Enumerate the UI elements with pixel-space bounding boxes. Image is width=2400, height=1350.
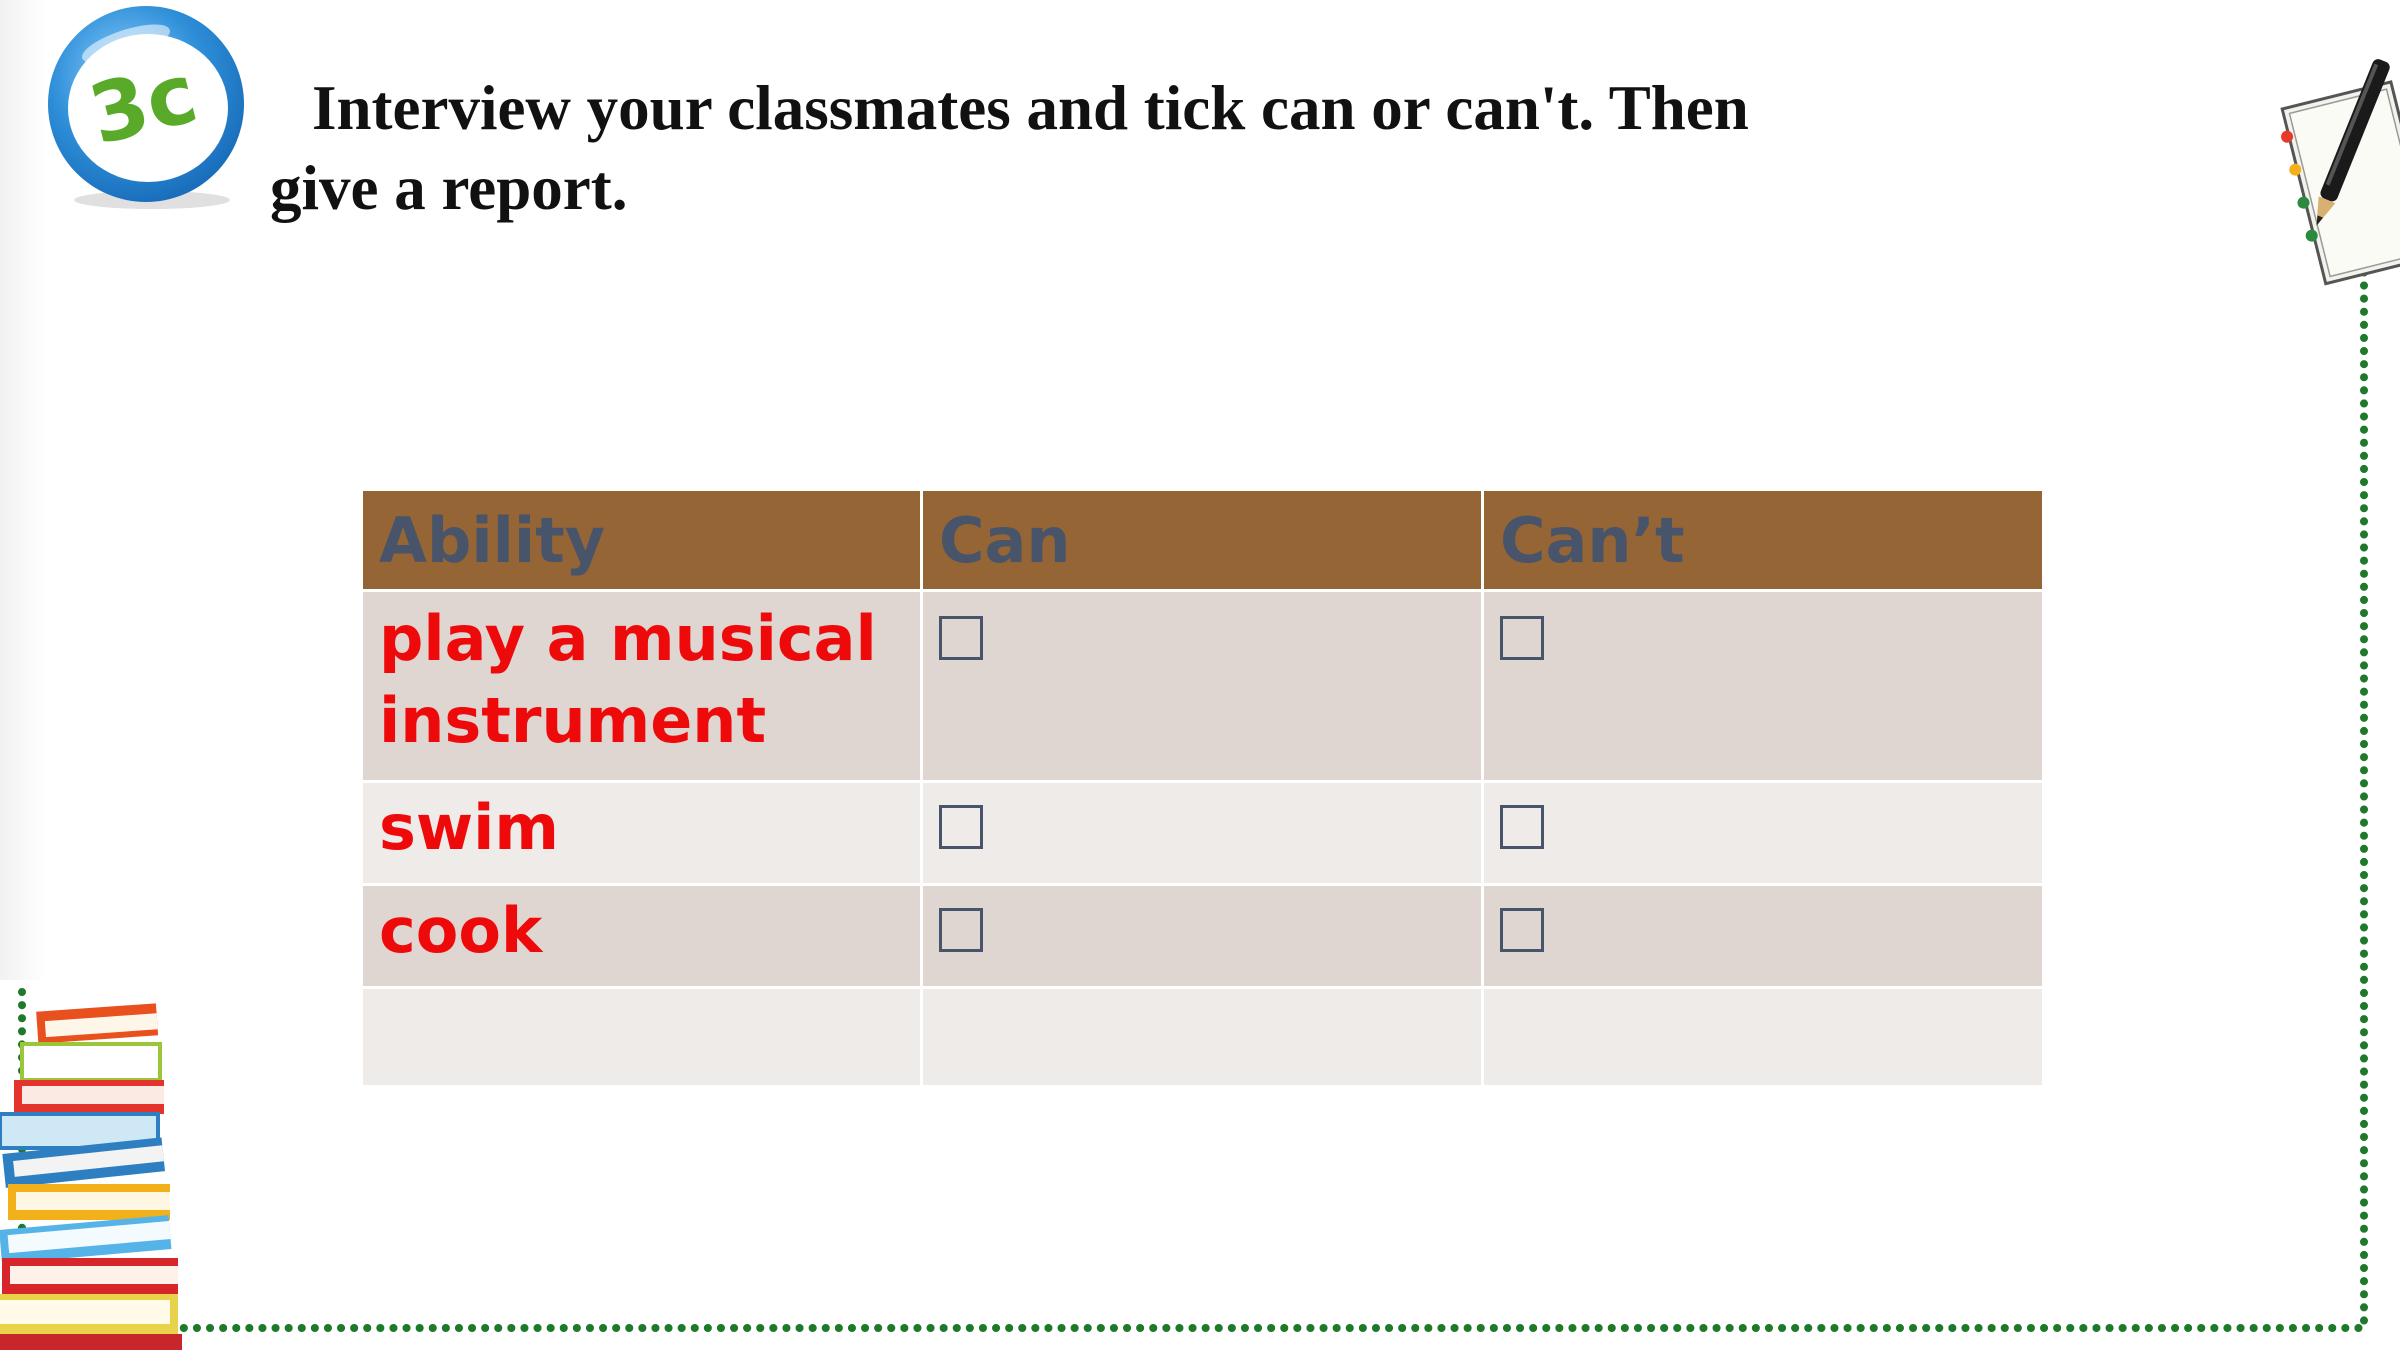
ability-cell: cook xyxy=(360,883,923,989)
notebook-with-pen-icon xyxy=(2280,59,2400,286)
ability-text-line: swim xyxy=(379,791,560,864)
ability-cell[interactable] xyxy=(360,986,923,1088)
stack-of-books-icon xyxy=(0,1003,182,1350)
ability-text-line: instrument xyxy=(379,684,767,757)
header-can: Can xyxy=(920,488,1484,592)
title-line-1: Interview your classmates and tick can o… xyxy=(312,73,1749,143)
can-checkbox[interactable] xyxy=(939,616,983,660)
cant-cell[interactable] xyxy=(1481,589,2045,783)
can-checkbox[interactable] xyxy=(939,805,983,849)
cant-checkbox[interactable] xyxy=(1500,616,1544,660)
can-cell[interactable] xyxy=(920,780,1484,886)
cant-checkbox[interactable] xyxy=(1500,805,1544,849)
can-cell[interactable] xyxy=(920,986,1484,1088)
ability-text-line: cook xyxy=(379,894,543,967)
instruction-title: Interview your classmates and tick can o… xyxy=(270,68,2030,228)
table-row: swim xyxy=(360,780,2045,886)
ability-text-line: play a musical xyxy=(379,602,877,675)
cant-checkbox[interactable] xyxy=(1500,908,1544,952)
numbered-badge-icon: 3c xyxy=(48,6,244,209)
header-ability: Ability xyxy=(360,488,923,592)
cant-cell[interactable] xyxy=(1481,883,2045,989)
can-cell[interactable] xyxy=(920,589,1484,783)
can-checkbox[interactable] xyxy=(939,908,983,952)
cant-cell[interactable] xyxy=(1481,780,2045,886)
table-header-row: Ability Can Can’t xyxy=(360,488,2045,592)
can-cell[interactable] xyxy=(920,883,1484,989)
title-line-2: give a report. xyxy=(270,153,628,223)
table-row: cook xyxy=(360,883,2045,989)
ability-table: Ability Can Can’t play a musical instrume… xyxy=(360,488,2045,1088)
table-row xyxy=(360,986,2045,1088)
header-cant: Can’t xyxy=(1481,488,2045,592)
cant-cell[interactable] xyxy=(1481,986,2045,1088)
table-row: play a musical instrument xyxy=(360,589,2045,783)
ability-cell: play a musical instrument xyxy=(360,589,923,783)
ability-cell: swim xyxy=(360,780,923,886)
